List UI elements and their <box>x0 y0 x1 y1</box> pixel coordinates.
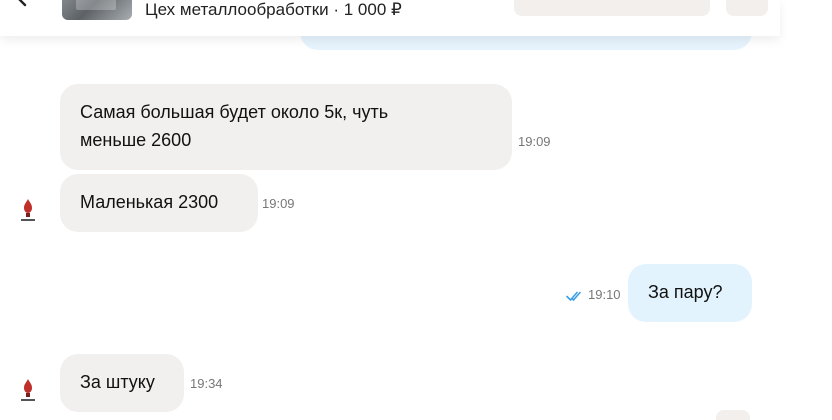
seller-avatar[interactable] <box>10 372 46 408</box>
message-time: 19:10 <box>588 287 621 302</box>
incoming-message-bubble: Маленькая 2300 <box>60 174 258 232</box>
header-action-button[interactable] <box>514 0 710 16</box>
message-text-line: меньше 2600 <box>80 130 192 150</box>
message-text: За пару? <box>648 282 723 302</box>
header-menu-button[interactable] <box>726 0 768 16</box>
chat-header: Цех металлообработки · 1 000 ₽ <box>0 0 780 36</box>
message-text-line: Самая большая будет около 5к, чуть <box>80 102 389 122</box>
seller-logo-icon <box>21 199 35 221</box>
seller-avatar[interactable] <box>10 192 46 228</box>
message-time: 19:09 <box>518 134 551 149</box>
scroll-down-button[interactable] <box>716 410 750 420</box>
chat-screen: Цех металлообработки · 1 000 ₽ Самая бол… <box>0 0 832 420</box>
message-time: 19:09 <box>262 196 295 211</box>
chevron-left-icon[interactable] <box>12 0 32 8</box>
seller-logo-icon <box>21 379 35 401</box>
listing-thumbnail[interactable] <box>62 0 132 20</box>
incoming-message-bubble: Самая большая будет около 5к, чуть меньш… <box>60 84 512 170</box>
message-text: Маленькая 2300 <box>80 192 219 212</box>
listing-title[interactable]: Цех металлообработки · 1 000 ₽ <box>145 0 402 20</box>
outgoing-message-bubble: За пару? <box>628 264 752 322</box>
incoming-message-bubble: За штуку <box>60 354 184 412</box>
double-check-icon <box>566 289 584 301</box>
message-time: 19:34 <box>190 376 223 391</box>
message-text: За штуку <box>80 372 155 392</box>
